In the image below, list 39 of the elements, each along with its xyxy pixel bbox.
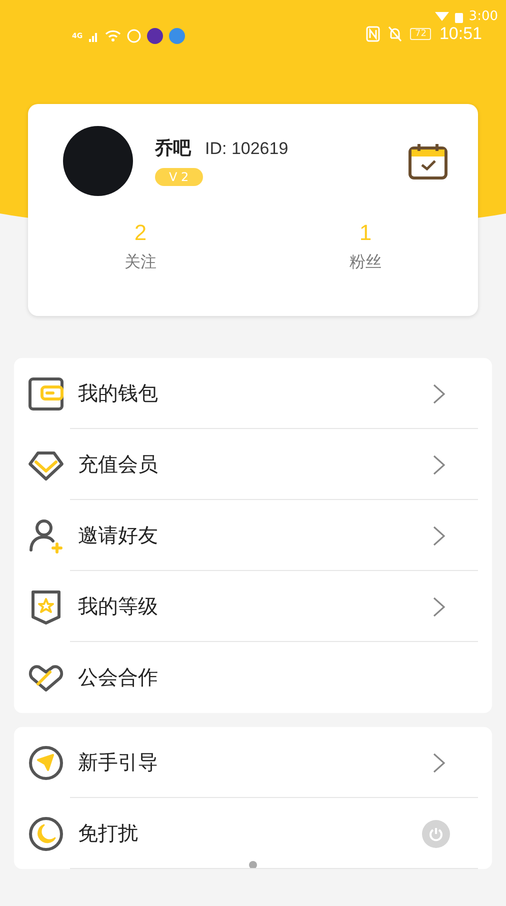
chevron-icon <box>432 524 446 546</box>
menu-label: 新手引导 <box>78 749 159 776</box>
muted-bell-icon <box>388 26 402 42</box>
chevron-icon <box>432 454 446 476</box>
menu-item[interactable]: 我的钱包 <box>14 358 492 429</box>
chevron-icon <box>432 382 446 404</box>
stat-item[interactable]: 2 关注 <box>28 220 253 273</box>
chevron-icon <box>432 596 446 618</box>
moon-icon <box>28 816 64 852</box>
menu-label: 我的钱包 <box>78 380 159 407</box>
chevron-icon <box>432 752 446 774</box>
menu-item[interactable]: 公会合作 <box>14 642 492 713</box>
power-toggle[interactable] <box>422 820 450 848</box>
level-badge: V 2 <box>155 168 203 186</box>
calendar-check-icon[interactable] <box>408 142 448 180</box>
menu-label: 公会合作 <box>78 664 159 691</box>
power-icon <box>428 826 444 842</box>
wallet-icon <box>28 376 64 412</box>
menu-label: 我的等级 <box>78 593 159 620</box>
menu-label: 邀请好友 <box>78 522 159 549</box>
nfc-icon <box>366 26 380 42</box>
battery-level: 72 <box>410 28 432 40</box>
signal-icon <box>88 30 99 42</box>
navigation-icon <box>28 744 64 780</box>
user-name: 乔吧 <box>155 137 191 160</box>
status-time: 10:51 <box>439 24 482 44</box>
menu-item[interactable]: 邀请好友 <box>14 500 492 571</box>
menu-item[interactable]: 新手引导 <box>14 727 492 798</box>
wifi-icon <box>104 29 121 43</box>
menu-item[interactable]: 我的等级 <box>14 571 492 642</box>
menu-item[interactable]: 免打扰 <box>14 798 492 869</box>
menu-item[interactable]: 充值会员 <box>14 429 492 500</box>
menu-label: 免打扰 <box>78 820 139 847</box>
user-id: ID: 102619 <box>205 139 288 159</box>
secondary-time: 3:00 <box>468 9 498 24</box>
add-user-icon <box>28 518 64 554</box>
wifi-icon <box>434 11 449 22</box>
stat-item[interactable]: 1 粉丝 <box>253 220 478 273</box>
menu-label: 充值会员 <box>78 451 159 478</box>
